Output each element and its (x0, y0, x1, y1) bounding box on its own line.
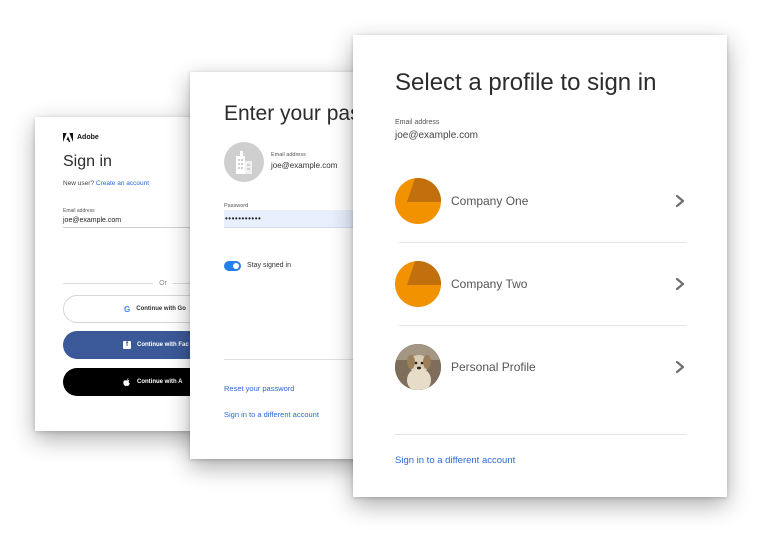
google-button-label: Continue with Go (136, 306, 186, 312)
reset-password-link[interactable]: Reset your password (224, 384, 294, 393)
profile-item-company-two[interactable]: Company Two (395, 243, 687, 325)
profile-item-personal[interactable]: Personal Profile (395, 326, 687, 408)
email-value: joe@example.com (395, 130, 478, 141)
profile-name: Company One (451, 194, 529, 208)
personal-avatar (395, 344, 441, 390)
company-logo-icon (407, 178, 441, 202)
separator-line-left (63, 283, 154, 284)
chevron-right-icon (675, 194, 685, 208)
different-account-link[interactable]: Sign in to a different account (224, 410, 319, 419)
different-account-link[interactable]: Sign in to a different account (395, 455, 515, 466)
company-avatar (395, 261, 441, 307)
facebook-button-label: Continue with Fac (137, 342, 189, 348)
profile-name: Company Two (451, 277, 528, 291)
profile-card-title: Select a profile to sign in (395, 69, 657, 96)
email-label: Email address (395, 119, 440, 126)
chevron-right-icon (675, 277, 685, 291)
or-text: Or (159, 280, 167, 287)
stay-signed-in-label: Stay signed in (247, 262, 291, 269)
google-icon: G (124, 304, 131, 314)
email-value: joe@example.com (271, 161, 338, 170)
create-account-link[interactable]: Create an account (96, 180, 149, 187)
password-card-title: Enter your pas (224, 102, 361, 125)
sign-in-title: Sign in (63, 153, 112, 170)
profile-item-company-one[interactable]: Company One (395, 160, 687, 242)
adobe-brand-text: Adobe (77, 134, 99, 141)
password-label: Password (224, 203, 249, 209)
building-icon (236, 151, 252, 174)
adobe-logo-icon (63, 133, 73, 142)
facebook-icon: f (123, 341, 131, 349)
adobe-logo: Adobe (63, 133, 99, 142)
email-label: Email address (63, 208, 95, 214)
stay-signed-in-toggle[interactable] (224, 261, 241, 271)
email-label: Email address (271, 152, 306, 158)
select-profile-card: Select a profile to sign in Email addres… (353, 35, 727, 497)
new-user-row: New user? Create an account (63, 180, 149, 187)
divider (395, 434, 687, 435)
email-field[interactable]: joe@example.com (63, 217, 121, 224)
company-logo-icon (407, 261, 441, 285)
apple-icon (123, 377, 130, 386)
company-avatar (395, 178, 441, 224)
apple-button-label: Continue with A (137, 379, 183, 385)
profile-name: Personal Profile (451, 360, 536, 374)
avatar (224, 142, 264, 182)
chevron-right-icon (675, 360, 685, 374)
new-user-text: New user? (63, 180, 95, 187)
dog-photo-icon (395, 344, 441, 390)
